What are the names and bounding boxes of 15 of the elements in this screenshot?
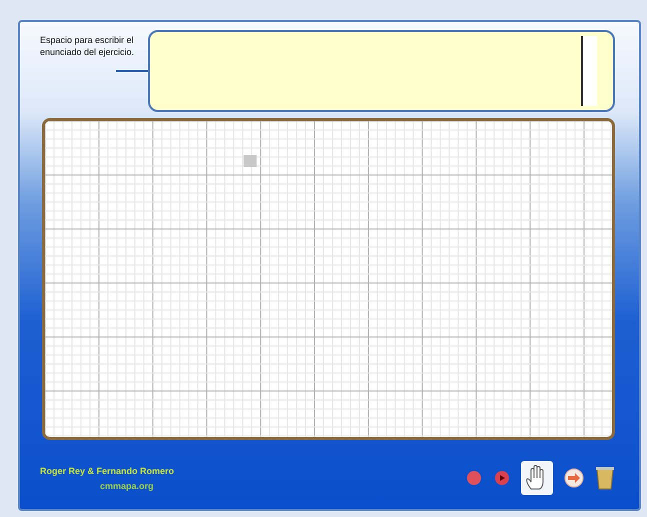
site-link[interactable]: cmmapa.org <box>40 481 465 491</box>
trash-tool[interactable] <box>595 464 615 490</box>
record-tool[interactable] <box>493 468 511 486</box>
grid-drawing[interactable] <box>42 118 615 440</box>
scroll-bar[interactable] <box>581 36 597 106</box>
leader-line <box>116 70 148 72</box>
statement-field[interactable] <box>148 30 615 112</box>
hand-tool[interactable] <box>521 460 553 494</box>
dot-tool[interactable] <box>465 468 483 486</box>
authors-text: Roger Rey & Fernando Romero <box>40 466 176 476</box>
dot-icon <box>465 468 483 486</box>
arrow-tool[interactable] <box>563 466 585 488</box>
prompt-label: Espacio para escribir el enunciado del ejercicio. <box>40 35 134 57</box>
trash-icon <box>595 464 615 490</box>
record-icon <box>493 468 511 486</box>
